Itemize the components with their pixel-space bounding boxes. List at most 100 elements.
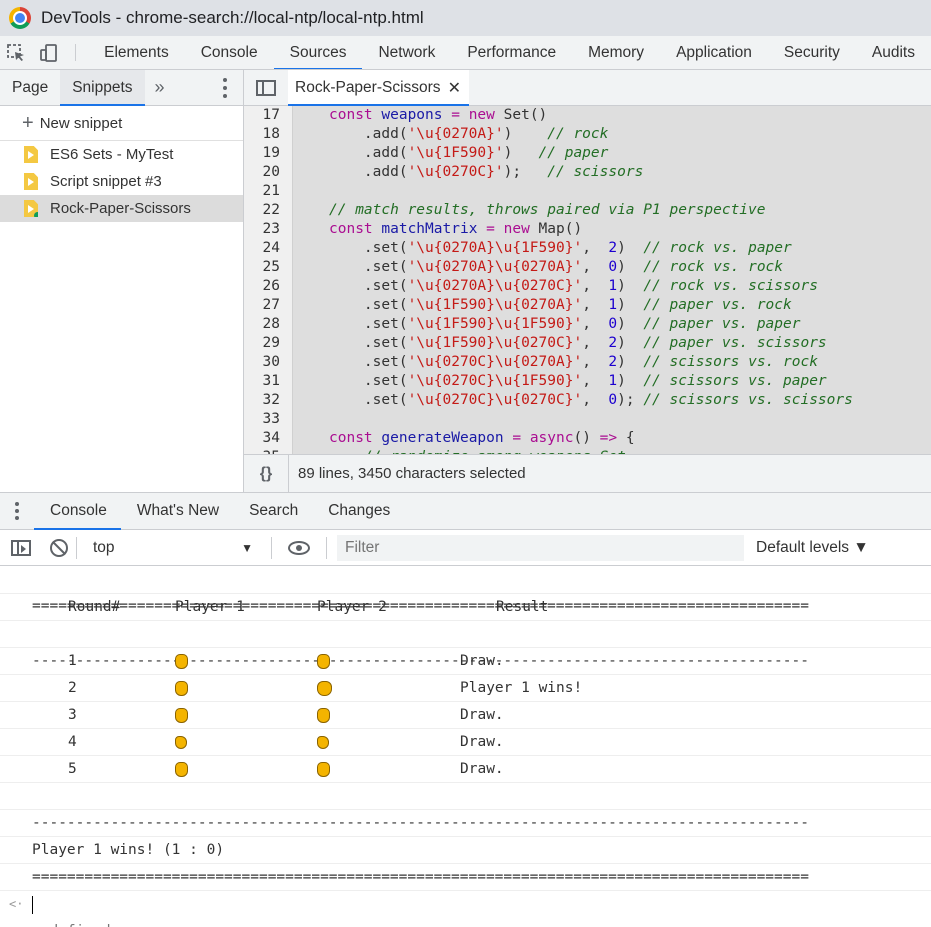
line-number: 23 xyxy=(262,221,280,237)
tab-page[interactable]: Page xyxy=(0,70,60,105)
line-number: 30 xyxy=(262,354,280,370)
player-2-throw xyxy=(317,702,330,729)
dropdown-arrow-icon: ▼ xyxy=(241,540,253,555)
table-header-row: Round# Player 1 Player 2 Result xyxy=(0,594,931,621)
code-text: .add('\u{1F590}') // paper xyxy=(329,145,609,161)
code-text: .set('\u{1F590}\u{0270A}', 1) // paper v… xyxy=(329,297,792,313)
console-sidebar-icon[interactable] xyxy=(11,539,31,556)
tab-performance[interactable]: Performance xyxy=(451,36,572,69)
code-line: 24 .set('\u{0270A}\u{1F590}', 2) // rock… xyxy=(244,239,792,258)
round-number: 1 xyxy=(68,653,77,669)
drawer-menu-icon[interactable] xyxy=(0,493,34,529)
drawer-tab-console[interactable]: Console xyxy=(34,493,121,530)
log-levels-dropdown[interactable]: Default levels ▼ xyxy=(756,539,869,557)
paper-icon xyxy=(317,680,332,696)
return-value: undefined xyxy=(32,918,111,927)
tab-network[interactable]: Network xyxy=(362,36,451,69)
player-1-throw xyxy=(175,648,188,675)
player-1-throw xyxy=(175,756,188,783)
rock-icon xyxy=(175,735,187,749)
more-tabs-icon[interactable]: » xyxy=(145,70,175,105)
code-line: 28 .set('\u{1F590}\u{1F590}', 0) // pape… xyxy=(244,315,801,334)
tab-audits[interactable]: Audits xyxy=(856,36,931,69)
snippet-item-rock-paper-scissors[interactable]: Rock-Paper-Scissors xyxy=(0,195,243,222)
tab-snippets[interactable]: Snippets xyxy=(60,70,145,106)
code-text: .set('\u{1F590}\u{0270C}', 2) // paper v… xyxy=(329,335,827,351)
filter-placeholder: Filter xyxy=(345,538,380,556)
player-2-throw xyxy=(317,756,330,783)
code-text: const generateWeapon = async() => { xyxy=(329,430,635,446)
window-title: DevTools - chrome-search://local-ntp/loc… xyxy=(41,8,424,27)
editor-tab-rock-paper-scissors[interactable]: Rock-Paper-Scissors ✕ xyxy=(288,70,469,106)
tab-sources[interactable]: Sources xyxy=(273,36,363,69)
inspect-element-icon[interactable] xyxy=(0,36,33,69)
chrome-logo-icon xyxy=(9,7,31,29)
drawer-tab-search[interactable]: Search xyxy=(233,493,312,529)
line-number: 29 xyxy=(262,335,280,351)
line-number: 17 xyxy=(262,107,280,123)
navigator-panel: Page Snippets » + New snippet ES6 Sets -… xyxy=(0,70,244,492)
code-line: 29 .set('\u{1F590}\u{0270C}', 2) // pape… xyxy=(244,334,827,353)
tab-console[interactable]: Console xyxy=(185,36,274,69)
device-toolbar-icon[interactable] xyxy=(33,36,66,69)
return-value-row: <· undefined xyxy=(0,864,931,927)
new-snippet-button[interactable]: + New snippet xyxy=(0,106,243,141)
scissors-icon xyxy=(175,707,188,723)
code-text: .add('\u{0270A}') // rock xyxy=(329,126,609,142)
pretty-print-button[interactable]: {} xyxy=(244,465,288,483)
code-line: 32 .set('\u{0270C}\u{0270C}', 0); // sci… xyxy=(244,391,853,410)
scissors-icon xyxy=(317,653,330,669)
table-row: 1 Draw. xyxy=(0,648,931,675)
line-number: 22 xyxy=(262,202,280,218)
snippet-label: Script snippet #3 xyxy=(50,173,162,190)
navigator-menu-icon[interactable] xyxy=(223,78,227,98)
line-number: 18 xyxy=(262,126,280,142)
live-expression-eye-icon[interactable] xyxy=(288,540,310,555)
line-number: 27 xyxy=(262,297,280,313)
plus-icon: + xyxy=(22,112,34,134)
drawer-tab-whats-new[interactable]: What's New xyxy=(121,493,233,529)
tab-security[interactable]: Security xyxy=(768,36,856,69)
table-row: 5 Draw. xyxy=(0,756,931,783)
editor-tab-label: Rock-Paper-Scissors xyxy=(295,78,441,96)
console-message: ========================================… xyxy=(0,837,931,885)
window-titlebar: DevTools - chrome-search://local-ntp/loc… xyxy=(0,0,931,36)
console-message: ========================================… xyxy=(0,570,931,614)
scissors-icon xyxy=(317,761,330,777)
header-player-2: Player 2 xyxy=(317,599,387,615)
header-result: Result xyxy=(496,599,549,615)
code-line: 34 const generateWeapon = async() => { xyxy=(244,429,635,448)
tab-elements[interactable]: Elements xyxy=(88,36,185,69)
code-line: 25 .set('\u{0270A}\u{0270A}', 0) // rock… xyxy=(244,258,783,277)
toolbar-separator xyxy=(326,536,327,559)
round-number: 4 xyxy=(68,734,77,750)
snippet-item-script-3[interactable]: Script snippet #3 xyxy=(0,168,243,195)
status-separator xyxy=(288,454,289,493)
toolbar-separator xyxy=(76,536,77,559)
code-line: 21 xyxy=(244,182,280,201)
console-filter-input[interactable]: Filter xyxy=(337,534,744,561)
player-2-throw xyxy=(317,648,330,675)
drawer-tabs: Console What's New Search Changes xyxy=(0,492,931,530)
code-editor[interactable]: 17 const weapons = new Set() 18 .add('\u{0… xyxy=(244,106,931,454)
tab-application[interactable]: Application xyxy=(660,36,768,69)
player-2-throw xyxy=(317,729,329,756)
code-text: .set('\u{1F590}\u{1F590}', 0) // paper v… xyxy=(329,316,801,332)
scissors-icon xyxy=(317,707,330,723)
drawer-tab-changes[interactable]: Changes xyxy=(312,493,404,529)
code-text: // match results, throws paired via P1 p… xyxy=(329,202,766,218)
clear-console-icon[interactable] xyxy=(50,538,68,557)
table-row: 4 Draw. xyxy=(0,729,931,756)
toggle-navigator-icon[interactable] xyxy=(244,70,288,105)
code-text: const weapons = new Set() xyxy=(329,107,548,123)
snippet-item-es6-sets[interactable]: ES6 Sets - MyTest xyxy=(0,141,243,168)
tab-memory[interactable]: Memory xyxy=(572,36,660,69)
code-line: 20 .add('\u{0270C}'); // scissors xyxy=(244,163,644,182)
line-number: 25 xyxy=(262,259,280,275)
close-icon[interactable]: ✕ xyxy=(448,78,461,98)
main-toolbar: Elements Console Sources Network Perform… xyxy=(0,36,931,70)
console-prompt[interactable]: > xyxy=(0,891,931,927)
context-selector[interactable]: top ▼ xyxy=(85,539,263,557)
rock-icon xyxy=(317,735,329,749)
line-number: 26 xyxy=(262,278,280,294)
